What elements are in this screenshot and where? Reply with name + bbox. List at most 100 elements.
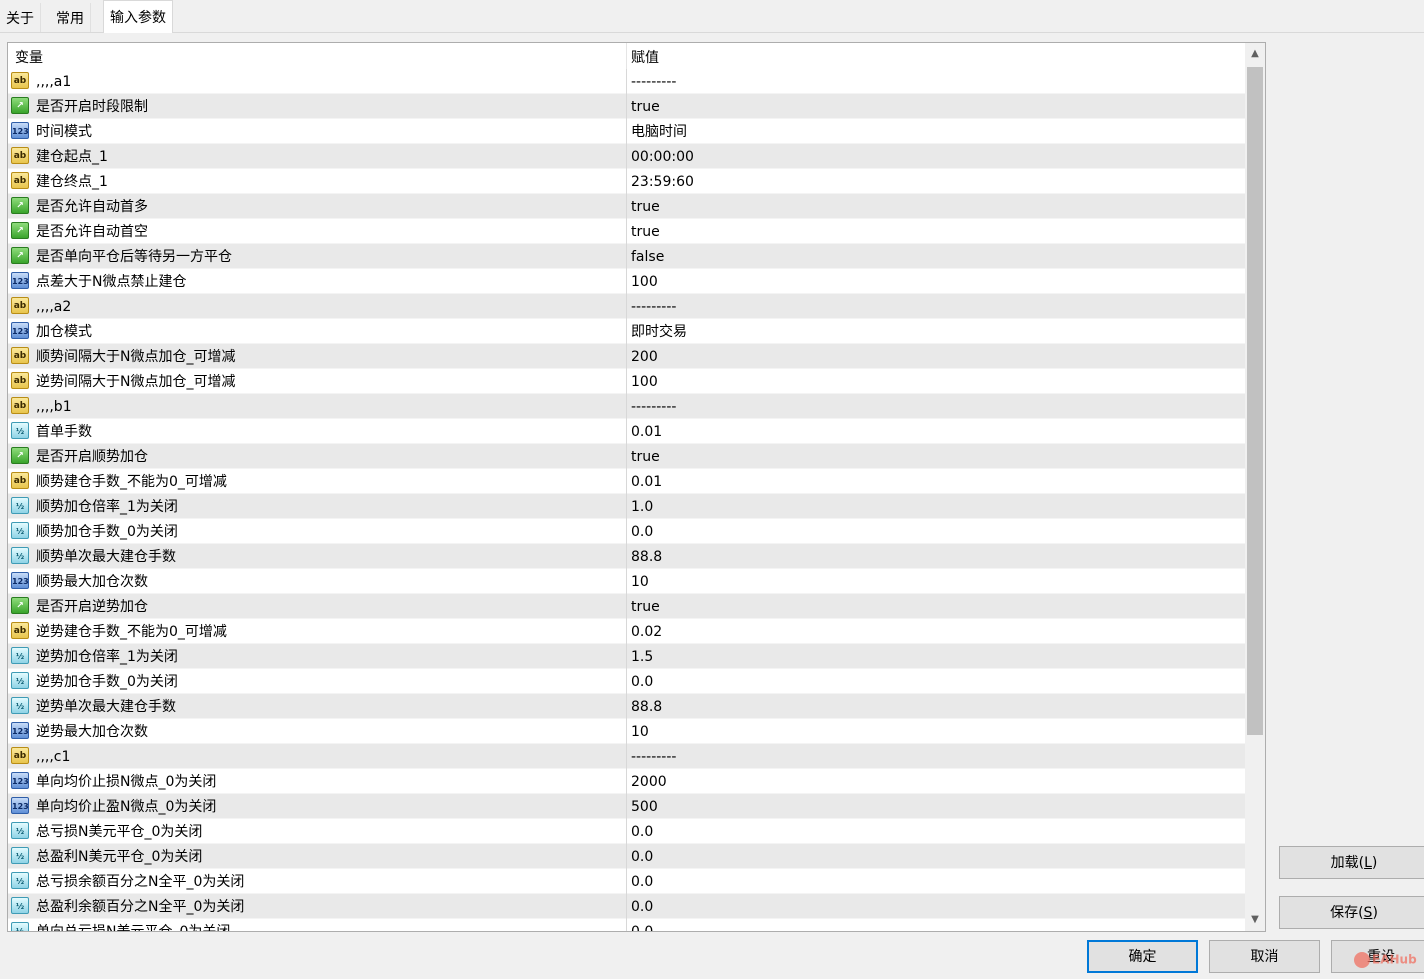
table-row[interactable]: ½ 总盈利余额百分之N全平_0为关闭 0.0: [8, 894, 1245, 919]
table-row[interactable]: ab ,,,,b1 ---------: [8, 394, 1245, 419]
parameter-value[interactable]: true: [631, 219, 660, 244]
parameter-value[interactable]: 88.8: [631, 544, 662, 569]
parameter-value[interactable]: true: [631, 594, 660, 619]
table-row[interactable]: ↗ 是否开启时段限制 true: [8, 94, 1245, 119]
table-row[interactable]: ab 逆势间隔大于N微点加仓_可增减 100: [8, 369, 1245, 394]
parameter-name: 逆势建仓手数_不能为0_可增减: [36, 624, 227, 640]
parameter-value[interactable]: 88.8: [631, 694, 662, 719]
parameter-value[interactable]: ---------: [631, 394, 676, 419]
column-header-value[interactable]: 赋值: [631, 43, 659, 69]
parameter-value[interactable]: 1.0: [631, 494, 653, 519]
tab-common[interactable]: 常用: [50, 3, 91, 32]
parameter-name: 单向总亏损N美元平仓_0为关闭: [36, 919, 230, 931]
parameter-value[interactable]: 电脑时间: [631, 119, 687, 144]
parameter-value[interactable]: ---------: [631, 294, 676, 319]
table-row[interactable]: 123 顺势最大加仓次数 10: [8, 569, 1245, 594]
parameter-value[interactable]: 00:00:00: [631, 144, 694, 169]
parameter-value[interactable]: 500: [631, 794, 658, 819]
table-row[interactable]: ab 建仓起点_1 00:00:00: [8, 144, 1245, 169]
parameter-value[interactable]: 0.0: [631, 919, 653, 931]
parameter-value[interactable]: 0.0: [631, 869, 653, 894]
table-row[interactable]: 123 时间模式 电脑时间: [8, 119, 1245, 144]
table-row[interactable]: ½ 逆势加仓手数_0为关闭 0.0: [8, 669, 1245, 694]
parameter-value[interactable]: 2000: [631, 769, 667, 794]
ok-button[interactable]: 确定: [1087, 940, 1198, 973]
table-row[interactable]: 123 逆势最大加仓次数 10: [8, 719, 1245, 744]
table-row[interactable]: ½ 顺势加仓手数_0为关闭 0.0: [8, 519, 1245, 544]
table-row[interactable]: ab 顺势间隔大于N微点加仓_可增减 200: [8, 344, 1245, 369]
tab-about[interactable]: 关于: [0, 3, 41, 32]
table-row[interactable]: ½ 逆势单次最大建仓手数 88.8: [8, 694, 1245, 719]
table-row[interactable]: ab ,,,,c1 ---------: [8, 744, 1245, 769]
double-type-icon: ½: [11, 422, 29, 439]
table-row[interactable]: ½ 顺势加仓倍率_1为关闭 1.0: [8, 494, 1245, 519]
parameter-value[interactable]: true: [631, 444, 660, 469]
load-button[interactable]: 加载(L): [1279, 846, 1424, 879]
cell-divider: [626, 719, 627, 744]
save-button[interactable]: 保存(S): [1279, 896, 1424, 929]
scrollbar-thumb[interactable]: [1247, 67, 1263, 735]
parameter-value[interactable]: 0.01: [631, 469, 662, 494]
table-row[interactable]: ↗ 是否开启顺势加仓 true: [8, 444, 1245, 469]
parameter-value[interactable]: 10: [631, 569, 649, 594]
parameter-name: 点差大于N微点禁止建仓: [36, 274, 187, 290]
load-button-hotkey: L: [1364, 855, 1372, 871]
scroll-up-icon[interactable]: ▲: [1245, 43, 1265, 65]
parameter-value[interactable]: ---------: [631, 744, 676, 769]
table-row[interactable]: ab ,,,,a1 ---------: [8, 69, 1245, 94]
parameter-value[interactable]: 0.0: [631, 669, 653, 694]
watermark-text: EAHub: [1372, 952, 1417, 967]
table-row[interactable]: ½ 顺势单次最大建仓手数 88.8: [8, 544, 1245, 569]
parameter-value[interactable]: 0.0: [631, 894, 653, 919]
table-row[interactable]: ab 建仓终点_1 23:59:60: [8, 169, 1245, 194]
parameter-name: 是否开启顺势加仓: [36, 449, 148, 465]
table-row[interactable]: 123 单向均价止损N微点_0为关闭 2000: [8, 769, 1245, 794]
parameter-value[interactable]: 200: [631, 344, 658, 369]
table-row[interactable]: ↗ 是否单向平仓后等待另一方平仓 false: [8, 244, 1245, 269]
parameter-value[interactable]: 0.0: [631, 519, 653, 544]
parameter-value[interactable]: 0.01: [631, 419, 662, 444]
cancel-button[interactable]: 取消: [1209, 940, 1320, 973]
parameter-value[interactable]: 1.5: [631, 644, 653, 669]
table-row[interactable]: ab 顺势建仓手数_不能为0_可增减 0.01: [8, 469, 1245, 494]
string-type-icon: ab: [11, 397, 29, 414]
parameter-value[interactable]: 0.0: [631, 844, 653, 869]
table-row[interactable]: ½ 逆势加仓倍率_1为关闭 1.5: [8, 644, 1245, 669]
cell-divider: [626, 819, 627, 844]
parameter-value[interactable]: ---------: [631, 69, 676, 94]
table-row[interactable]: ↗ 是否允许自动首空 true: [8, 219, 1245, 244]
tab-input-parameters[interactable]: 输入参数: [103, 0, 173, 33]
table-row[interactable]: ↗ 是否开启逆势加仓 true: [8, 594, 1245, 619]
parameter-value[interactable]: 0.0: [631, 819, 653, 844]
table-row[interactable]: ab ,,,,a2 ---------: [8, 294, 1245, 319]
table-row[interactable]: ½ 单向总亏损N美元平仓_0为关闭 0.0: [8, 919, 1245, 931]
table-row[interactable]: ↗ 是否允许自动首多 true: [8, 194, 1245, 219]
scroll-down-icon[interactable]: ▼: [1245, 909, 1265, 931]
parameter-name: ,,,,a2: [36, 299, 72, 315]
parameter-value[interactable]: true: [631, 194, 660, 219]
table-row[interactable]: ab 逆势建仓手数_不能为0_可增减 0.02: [8, 619, 1245, 644]
parameter-value[interactable]: 100: [631, 269, 658, 294]
double-type-icon: ½: [11, 897, 29, 914]
parameter-value[interactable]: true: [631, 94, 660, 119]
string-type-icon: ab: [11, 472, 29, 489]
parameter-value[interactable]: 10: [631, 719, 649, 744]
parameter-name: 总亏损余额百分之N全平_0为关闭: [36, 874, 245, 890]
table-row[interactable]: 123 点差大于N微点禁止建仓 100: [8, 269, 1245, 294]
parameter-value[interactable]: 100: [631, 369, 658, 394]
parameter-name: 首单手数: [36, 424, 92, 440]
table-row[interactable]: 123 单向均价止盈N微点_0为关闭 500: [8, 794, 1245, 819]
string-type-icon: ab: [11, 72, 29, 89]
table-row[interactable]: ½ 首单手数 0.01: [8, 419, 1245, 444]
column-divider[interactable]: [626, 43, 627, 69]
table-row[interactable]: ½ 总盈利N美元平仓_0为关闭 0.0: [8, 844, 1245, 869]
column-header-variable[interactable]: 变量: [15, 43, 43, 69]
parameter-value[interactable]: 即时交易: [631, 319, 687, 344]
parameter-value[interactable]: false: [631, 244, 664, 269]
parameter-value[interactable]: 23:59:60: [631, 169, 694, 194]
table-row[interactable]: 123 加仓模式 即时交易: [8, 319, 1245, 344]
parameter-value[interactable]: 0.02: [631, 619, 662, 644]
table-row[interactable]: ½ 总亏损余额百分之N全平_0为关闭 0.0: [8, 869, 1245, 894]
vertical-scrollbar[interactable]: ▲ ▼: [1245, 43, 1265, 931]
table-row[interactable]: ½ 总亏损N美元平仓_0为关闭 0.0: [8, 819, 1245, 844]
